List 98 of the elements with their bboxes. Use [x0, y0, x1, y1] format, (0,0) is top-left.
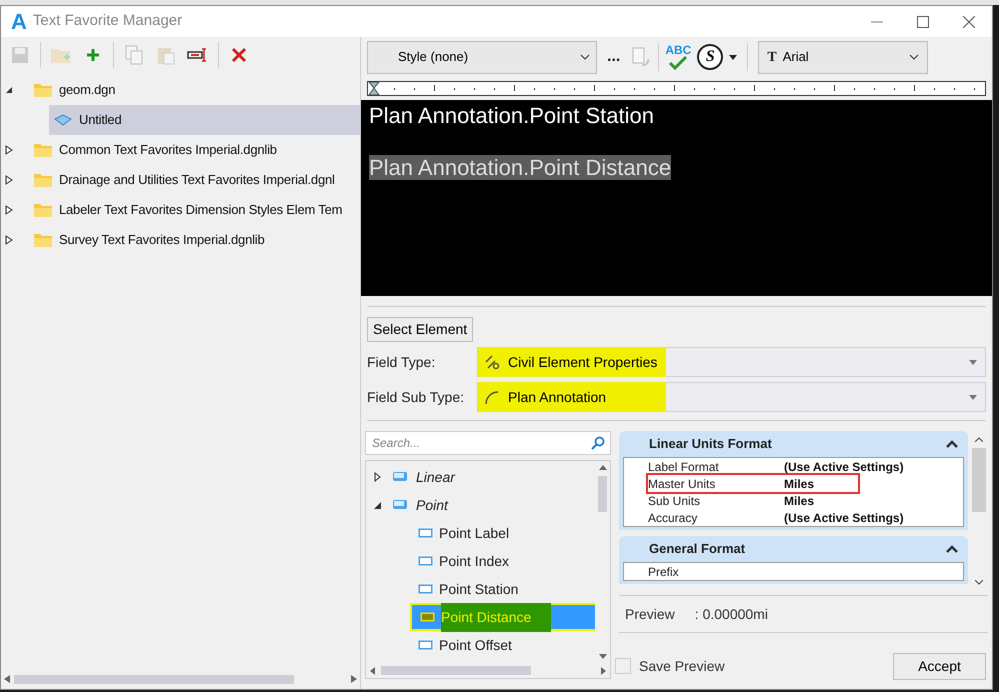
tree-item[interactable]: Labeler Text Favorites Dimension Styles Elem Tem	[29, 195, 360, 225]
tree-item-label: Untitled	[79, 111, 122, 130]
section-title: General Format	[649, 540, 746, 558]
folder-icon	[33, 172, 53, 188]
field-list-item[interactable]: Point Label	[410, 519, 595, 547]
search-field[interactable]: Search...	[365, 431, 611, 455]
tree-item-label: Common Text Favorites Imperial.dgnlib	[59, 141, 277, 160]
scroll-up-chevron-icon[interactable]	[975, 437, 983, 442]
field-label: Field Type:	[367, 352, 436, 372]
scroll-down-chevron-icon[interactable]	[975, 580, 983, 585]
scroll-up-arrow-icon[interactable]	[598, 465, 606, 470]
property-row[interactable]: Prefix	[648, 563, 963, 580]
tree-item[interactable]: Untitled	[49, 105, 360, 135]
folder-icon	[33, 202, 53, 218]
property-value: (Use Active Settings)	[784, 458, 904, 476]
field-list-item[interactable]: Point Station	[410, 575, 595, 603]
arc-icon	[484, 389, 500, 405]
close-icon	[963, 16, 975, 28]
dropdown-arrow-icon[interactable]	[729, 54, 738, 60]
collapse-chevron-icon[interactable]	[946, 545, 958, 553]
property-row[interactable]: Accuracy (Use Active Settings)	[648, 509, 963, 526]
field-item-label: Point Distance	[441, 602, 552, 632]
field-item-label: Point Index	[439, 552, 510, 570]
field-list-item[interactable]: Point Offset	[410, 631, 595, 659]
window-title: Text Favorite Manager	[32, 11, 182, 32]
folder-icon	[33, 232, 53, 248]
preview-value: : 0.00000mi	[694, 604, 768, 624]
font-dropdown[interactable]: T Arial	[758, 40, 928, 74]
folder-icon	[33, 142, 53, 158]
folder-icon	[33, 82, 53, 98]
save-preview-checkbox[interactable]	[615, 658, 631, 674]
property-row[interactable]: Label Format (Use Active Settings)	[648, 458, 963, 475]
chevron-down-icon	[580, 54, 590, 60]
tree-item-label: Survey Text Favorites Imperial.dgnlib	[59, 231, 265, 250]
field-dropdown[interactable]: Civil Element Properties	[477, 347, 986, 377]
symbol-button[interactable]: S	[697, 44, 724, 70]
scroll-left-arrow-icon[interactable]	[370, 666, 375, 674]
field-value: Civil Element Properties	[508, 352, 658, 372]
more-button[interactable]: ...	[603, 45, 624, 69]
font-icon: T	[767, 46, 777, 68]
tree-item[interactable]: geom.dgn	[29, 75, 360, 105]
tree-item[interactable]: Drainage and Utilities Text Favorites Imperial.dgnl	[29, 165, 360, 195]
field-item-label: Point Station	[439, 580, 518, 598]
property-value: Miles	[784, 476, 814, 492]
style-dropdown[interactable]: Style (none)	[367, 40, 597, 74]
collapse-arrow-icon[interactable]	[374, 502, 384, 508]
field-icon	[418, 640, 433, 650]
field-item-label: Point Label	[439, 524, 510, 542]
category-label[interactable]: Linear	[416, 466, 455, 488]
scroll-left-arrow-icon[interactable]	[4, 675, 10, 683]
text-editor[interactable]: Plan Annotation.Point Station Plan Annotation.Point Distance	[361, 100, 992, 296]
scrollbar-thumb[interactable]	[14, 674, 294, 684]
collapse-chevron-icon[interactable]	[946, 440, 958, 448]
category-icon	[392, 471, 408, 483]
field-list-item[interactable]: Point Index	[410, 547, 595, 575]
property-label: Master Units	[648, 476, 716, 492]
accept-button[interactable]: Accept	[893, 652, 986, 680]
property-value: (Use Active Settings)	[784, 510, 904, 526]
field-icon	[418, 584, 433, 594]
section-title: Linear Units Format	[649, 435, 773, 454]
scrollbar-thumb[interactable]	[972, 448, 986, 512]
property-row[interactable]: Master Units Miles	[648, 475, 858, 492]
property-label: Sub Units	[648, 492, 702, 510]
field-dropdown[interactable]: Plan Annotation	[477, 382, 986, 412]
property-row[interactable]: Sub Units Miles	[648, 492, 963, 509]
field-icon	[418, 528, 433, 538]
scroll-down-arrow-icon[interactable]	[598, 654, 606, 659]
minimize-icon	[871, 20, 883, 22]
tree-item-label: geom.dgn	[59, 81, 116, 100]
preview-label: Preview	[625, 604, 675, 624]
editor-text-line: Plan Annotation.Point Station	[369, 103, 654, 128]
property-label: Accuracy	[648, 510, 698, 526]
field-item-label: Point Offset	[439, 636, 512, 654]
tree-item-label: Drainage and Utilities Text Favorites Imperial.dgnl	[59, 171, 335, 190]
save-preview-label: Save Preview	[639, 656, 725, 676]
search-icon[interactable]	[591, 436, 605, 450]
category-icon	[392, 499, 408, 511]
property-label: Label Format	[648, 458, 720, 476]
scroll-right-arrow-icon[interactable]	[351, 675, 357, 683]
field-label: Field Sub Type:	[367, 388, 466, 407]
maximize-icon	[917, 16, 929, 28]
tree-item[interactable]: Common Text Favorites Imperial.dgnlib	[29, 135, 360, 165]
text-favorite-icon	[53, 113, 73, 127]
field-icon	[420, 612, 435, 622]
scrollbar-thumb[interactable]	[381, 666, 531, 675]
chevron-down-icon	[909, 54, 920, 60]
scroll-right-arrow-icon[interactable]	[601, 666, 606, 674]
app-logo: A	[11, 10, 27, 32]
field-value: Plan Annotation	[508, 388, 606, 406]
tree-item-label: Labeler Text Favorites Dimension Styles Elem Tem	[59, 201, 342, 220]
scrollbar-thumb[interactable]	[598, 476, 607, 512]
civil-properties-icon	[484, 354, 500, 370]
category-label[interactable]: Point	[416, 494, 448, 516]
property-value: Miles	[784, 492, 814, 510]
field-icon	[418, 556, 433, 566]
property-label: Prefix	[648, 564, 680, 580]
tree-item[interactable]: Survey Text Favorites Imperial.dgnlib	[29, 225, 360, 255]
select-element-button[interactable]: Select Element	[367, 317, 474, 342]
